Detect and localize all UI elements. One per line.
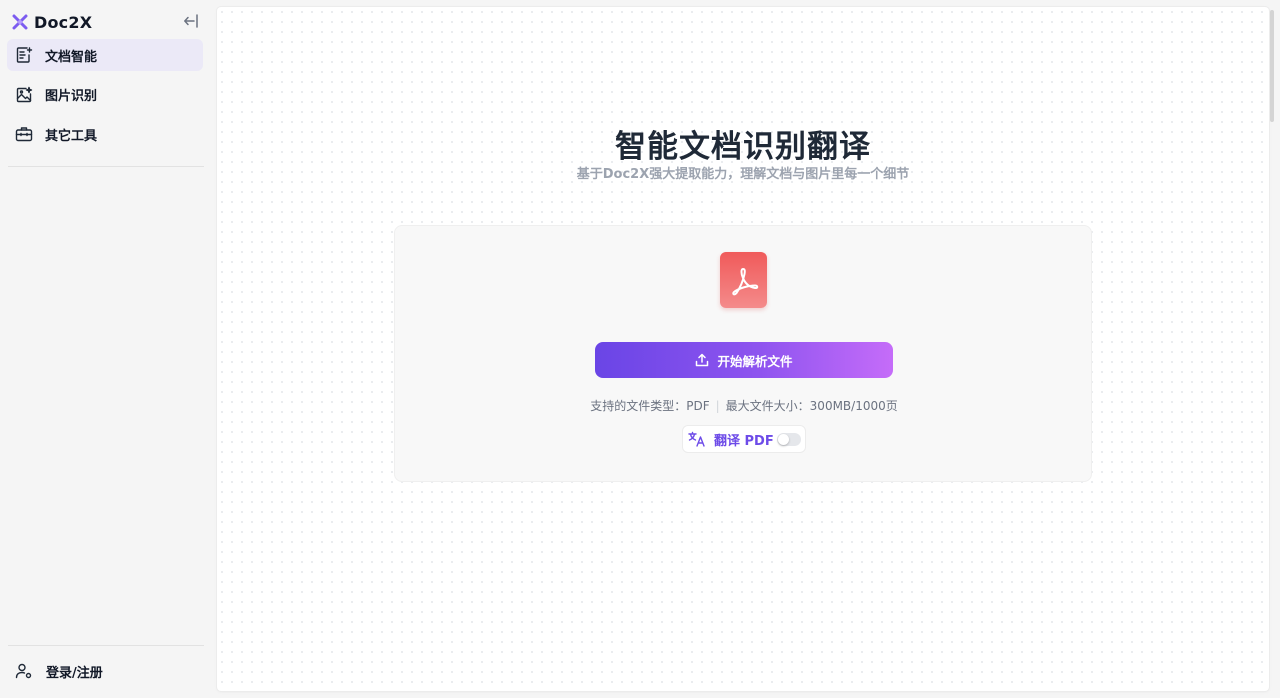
sidebar-item-label: 图片识别 [45, 89, 98, 104]
sidebar: Doc2X 文档智能 图片识别 其它工具 登录/注册 [0, 0, 210, 698]
image-sparkle-icon [15, 86, 33, 104]
translate-switch[interactable] [777, 433, 801, 446]
sidebar-item-label: 文档智能 [45, 49, 98, 65]
sidebar-item-label: 其它工具 [45, 128, 98, 144]
main-scrollbar[interactable] [1269, 7, 1275, 691]
start-parse-file-button[interactable]: 开始解析文件 [595, 342, 893, 378]
sidebar-divider [8, 166, 204, 167]
app-root: Doc2X 文档智能 图片识别 其它工具 登录/注册 智能文档识别翻译 基于Do… [0, 0, 1280, 698]
sidebar-item-document-intelligence[interactable]: 文档智能 [7, 39, 203, 71]
info-separator: | [715, 399, 720, 413]
brand-name: Doc2X [34, 12, 93, 32]
scrollbar-thumb[interactable] [1270, 10, 1274, 122]
sidebar-item-image-recognition[interactable]: 图片识别 [7, 79, 203, 111]
document-edit-icon [15, 46, 33, 64]
upload-icon [695, 353, 709, 367]
translate-pdf-label: 翻译 PDF [714, 433, 774, 449]
upload-dropzone[interactable]: 开始解析文件 支持的文件类型：PDF | 最大文件大小：300MB/1000页 翻译… [394, 225, 1092, 482]
sidebar-nav: 文档智能 图片识别 其它工具 [7, 39, 203, 158]
translate-pdf-toggle[interactable]: 翻译 PDF [682, 425, 806, 453]
page-subtitle: 基于Doc2X强大提取能力，理解文档与图片里每一个细节 [576, 167, 910, 182]
pdf-icon [720, 252, 767, 308]
sidebar-divider-bottom [8, 645, 204, 646]
main-panel: 智能文档识别翻译 基于Doc2X强大提取能力，理解文档与图片里每一个细节 开始解… [217, 7, 1269, 691]
brand-logo-icon [12, 14, 28, 30]
switch-knob [778, 434, 789, 445]
max-file-size: 最大文件大小：300MB/1000页 [725, 399, 898, 413]
page-title: 智能文档识别翻译 [615, 129, 871, 165]
upload-button-label: 开始解析文件 [717, 354, 793, 369]
collapse-sidebar-button[interactable] [182, 12, 200, 30]
login-register-button[interactable]: 登录/注册 [15, 660, 103, 682]
supported-file-types: 支持的文件类型：PDF [590, 399, 710, 413]
collapse-left-icon [184, 14, 198, 28]
user-settings-icon [15, 662, 33, 680]
translate-icon [688, 431, 706, 447]
sidebar-item-other-tools[interactable]: 其它工具 [7, 118, 203, 150]
login-label: 登录/注册 [46, 665, 103, 681]
toolbox-icon [15, 125, 33, 143]
upload-constraints: 支持的文件类型：PDF | 最大文件大小：300MB/1000页 [395, 397, 1093, 414]
brand[interactable]: Doc2X [12, 11, 92, 33]
